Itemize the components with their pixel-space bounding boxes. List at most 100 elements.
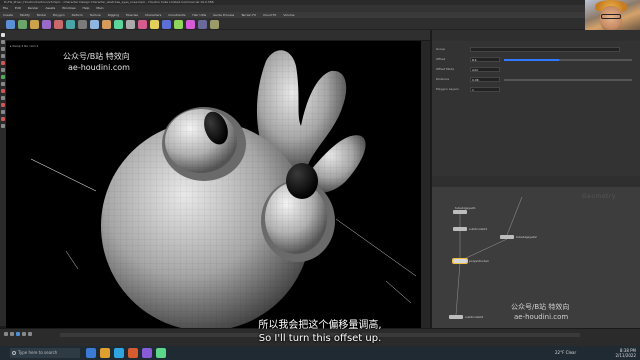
sky-light-tool-icon[interactable] — [198, 19, 207, 29]
network-context-label: Geometry — [582, 193, 616, 200]
subtitle-english: So I'll turn this offset up. — [258, 333, 382, 344]
light-tool-icon[interactable] — [150, 19, 159, 29]
font-tool-icon[interactable] — [126, 19, 135, 29]
env-light-tool-icon[interactable] — [186, 19, 195, 29]
param-slider-distance[interactable] — [504, 79, 632, 81]
param-label-group: Group — [436, 47, 446, 51]
scene-viewport[interactable]: ▸ Persp ▾ No cam ▾ 公众号/B站 特效向 ae-houdini… — [6, 41, 430, 328]
group-tool-icon[interactable] — [1, 110, 5, 114]
clock-date: 2/11/2022 — [615, 353, 636, 358]
view-tool-icon[interactable] — [1, 68, 5, 72]
menu-file[interactable]: File — [0, 5, 11, 12]
guide-curve — [30, 158, 97, 192]
slider-fill — [504, 59, 559, 61]
param-label-distance: Distance — [436, 77, 450, 81]
move-tool-icon[interactable] — [1, 40, 5, 44]
network-panel-tabs — [432, 176, 640, 187]
subtitle-chinese: 所以我会把这个偏移量调高, — [258, 320, 382, 331]
param-label-layers: Polygon Layers — [436, 87, 459, 91]
scale-tool-icon[interactable] — [1, 54, 5, 58]
node-tubebigeye01[interactable] — [453, 210, 467, 214]
app-icon[interactable] — [142, 348, 152, 358]
presenter-face — [600, 6, 622, 32]
pose-tool-icon[interactable] — [1, 82, 5, 86]
param-slider-offset[interactable] — [504, 59, 632, 61]
measure-tool-icon[interactable] — [1, 96, 5, 100]
node-polyextrude1[interactable] — [452, 258, 468, 264]
shelf-tool-row — [0, 18, 560, 30]
node-tubebigeye02[interactable] — [500, 235, 514, 239]
viewport-camera-menu[interactable]: ▸ Persp ▾ No cam ▾ — [10, 44, 38, 48]
watermark-line1: 公众号/B站 特效向 — [63, 52, 130, 61]
param-field-group[interactable] — [470, 47, 620, 52]
platonic-tool-icon[interactable] — [114, 19, 123, 29]
handle-tool-icon[interactable] — [1, 61, 5, 65]
param-field-layers[interactable]: 1 — [470, 87, 500, 92]
null-tool-icon[interactable] — [66, 19, 75, 29]
network-watermark-line1: 公众号/B站 特效向 — [511, 303, 570, 311]
node-subdivide01[interactable] — [453, 227, 467, 231]
search-icon — [12, 351, 16, 355]
menu-desktop[interactable]: Main — [93, 5, 106, 12]
taskbar-search[interactable]: Type here to search — [10, 348, 80, 358]
houdini-icon[interactable] — [128, 348, 138, 358]
tube-tool-icon[interactable] — [30, 19, 39, 29]
menu-render[interactable]: Render — [25, 5, 42, 12]
guide-curve — [65, 250, 79, 270]
app-icon[interactable] — [156, 348, 166, 358]
edge-icon[interactable] — [114, 348, 124, 358]
viewport-display-toolbar — [421, 41, 430, 328]
weather-widget[interactable]: 22°F Clear — [555, 350, 576, 355]
area-light-tool-icon[interactable] — [174, 19, 183, 29]
left-eye — [162, 107, 246, 181]
parameter-panel: Group Offset 0.1 Offset Mode Add Distanc… — [432, 41, 640, 176]
brush-tool-icon[interactable] — [1, 89, 5, 93]
menu-assets[interactable]: Assets — [42, 5, 58, 12]
select-tool-icon[interactable] — [1, 33, 5, 37]
node-label: tubebigeye02 — [516, 235, 537, 239]
menu-edit[interactable]: Edit — [12, 5, 24, 12]
geo-light-tool-icon[interactable] — [210, 19, 219, 29]
edit-tool-icon[interactable] — [1, 124, 5, 128]
param-field-offset[interactable]: 0.1 — [470, 57, 500, 62]
render-region-tool-icon[interactable] — [1, 103, 5, 107]
file-explorer-icon[interactable] — [100, 348, 110, 358]
sphere-tool-icon[interactable] — [18, 19, 27, 29]
guide-curve — [335, 218, 417, 277]
param-label-offset-mode: Offset Mode — [436, 67, 455, 71]
system-clock[interactable]: 8:38 PM 2/11/2022 — [615, 348, 636, 358]
param-field-distance[interactable]: 0.06 — [470, 77, 500, 82]
viewport-header — [6, 30, 430, 41]
node-label: tubebigeye01 — [455, 206, 476, 210]
param-label-offset: Offset — [436, 57, 446, 61]
windows-taskbar: Type here to search 22°F Clear 8:38 PM 2… — [0, 346, 640, 360]
character-render — [30, 50, 417, 328]
node-label: subdivide01 — [469, 227, 488, 231]
menu-windows[interactable]: Windows — [59, 5, 78, 12]
rotate-tool-icon[interactable] — [1, 47, 5, 51]
curve-tool-icon[interactable] — [102, 19, 111, 29]
shelf: Create Modify Model Polygon Deform Textu… — [0, 12, 640, 30]
line-tool-icon[interactable] — [78, 19, 87, 29]
param-select-offset-mode[interactable]: Add — [470, 67, 500, 72]
watermark-line2: ae-houdini.com — [68, 63, 130, 72]
menu-bar: File Edit Render Assets Windows Help Mai… — [0, 5, 640, 12]
snap-tool-icon[interactable] — [1, 75, 5, 79]
presenter-glasses — [601, 14, 621, 19]
task-view-icon[interactable] — [86, 348, 96, 358]
grid-tool-icon[interactable] — [54, 19, 63, 29]
guide-curve — [385, 280, 412, 304]
taskbar-apps — [86, 348, 166, 358]
menu-help[interactable]: Help — [80, 5, 93, 12]
webcam-overlay — [585, 0, 640, 33]
search-placeholder: Type here to search — [18, 350, 58, 355]
parameter-panel-tabs — [432, 30, 640, 41]
subtitles: 所以我会把这个偏移量调高, So I'll turn this offset u… — [0, 319, 640, 345]
network-editor[interactable]: Geometry tubebigeye01 subdivide01 tubebi… — [432, 187, 640, 328]
box-tool-icon[interactable] — [6, 19, 15, 29]
sculpt-tool-icon[interactable] — [1, 117, 5, 121]
torus-tool-icon[interactable] — [42, 19, 51, 29]
circle-tool-icon[interactable] — [90, 19, 99, 29]
camera-tool-icon[interactable] — [138, 19, 147, 29]
spot-light-tool-icon[interactable] — [162, 19, 171, 29]
